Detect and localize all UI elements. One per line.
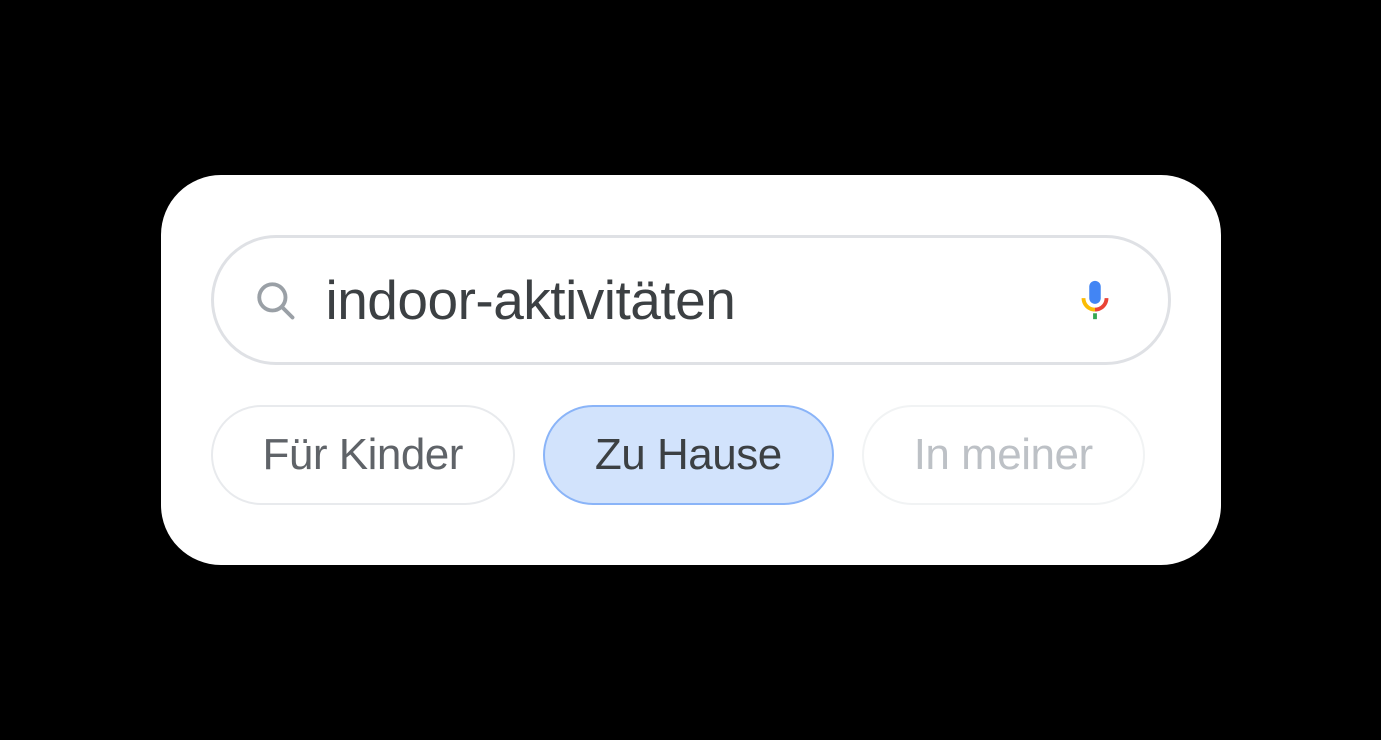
search-icon: [254, 279, 296, 321]
search-input[interactable]: [326, 268, 1052, 332]
filter-chip-nearby[interactable]: In meiner: [862, 405, 1145, 505]
chip-label: Für Kinder: [263, 430, 463, 480]
filter-chips-row: Für Kinder Zu Hause In meiner: [211, 405, 1171, 505]
chip-label: In meiner: [914, 430, 1093, 480]
filter-chip-kids[interactable]: Für Kinder: [211, 405, 515, 505]
search-bar[interactable]: [211, 235, 1171, 365]
search-card: Für Kinder Zu Hause In meiner: [161, 175, 1221, 565]
chip-label: Zu Hause: [595, 430, 782, 480]
microphone-icon[interactable]: [1072, 277, 1118, 323]
filter-chip-home[interactable]: Zu Hause: [543, 405, 834, 505]
